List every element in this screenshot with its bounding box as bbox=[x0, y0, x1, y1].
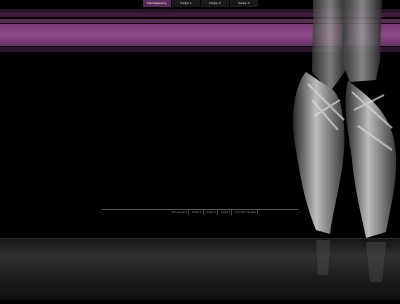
footer-link-contact[interactable]: Контакт-формы bbox=[234, 210, 259, 215]
footer-link-cafe-1[interactable]: Кафе 1 bbox=[191, 210, 204, 215]
ballet-shoes-image bbox=[268, 0, 400, 300]
tab-cafe-2[interactable]: Кафе 2 bbox=[201, 0, 230, 7]
footer-link-home[interactable]: Напоминать bbox=[170, 210, 190, 215]
top-nav: Напоминать Кафе 1 Кафе 2 Кафе 3 bbox=[143, 0, 259, 7]
tab-home[interactable]: Напоминать bbox=[143, 0, 172, 7]
tab-cafe-1[interactable]: Кафе 1 bbox=[172, 0, 201, 7]
footer-link-cafe-2[interactable]: Кафе 2 bbox=[206, 210, 218, 215]
footer-link-cafe-3[interactable]: Кафе 3 bbox=[220, 210, 233, 215]
ballet-shoes-graphic bbox=[293, 0, 397, 282]
tab-cafe-3[interactable]: Кафе 3 bbox=[230, 0, 259, 7]
footer-nav: Напоминать Кафе 1 Кафе 2 Кафе 3 Контакт-… bbox=[170, 210, 259, 215]
